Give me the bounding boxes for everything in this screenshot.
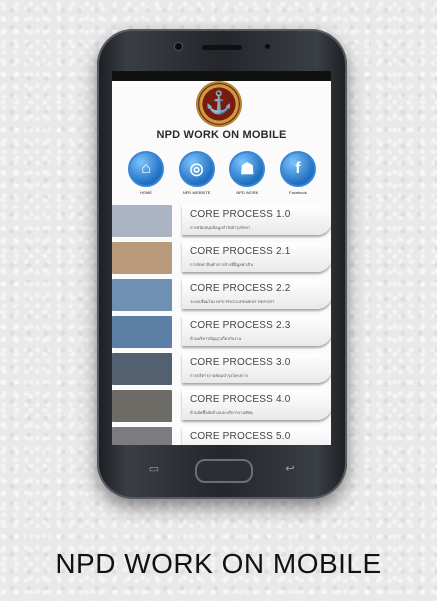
process-card[interactable]: CORE PROCESS 2.2 ระบบเชื่อมโยง NPD PROCU…: [182, 279, 331, 309]
anchor-icon: ⚓: [205, 90, 233, 115]
process-thumbnail: [112, 427, 172, 445]
process-thumbnail: [112, 205, 172, 237]
process-card[interactable]: CORE PROCESS 2.1 การจัดหาสินค้า/การจ้างท…: [182, 242, 331, 272]
process-thumbnail: [112, 390, 172, 422]
process-subtitle: การบริหารงานซ่อมบำรุงโครงการ: [190, 373, 248, 378]
nav-home[interactable]: ⌂ HOME: [124, 151, 168, 195]
phone-screen: ⚓ NPD WORK ON MOBILE ⌂ HOME ◎ NPD WEBSIT…: [112, 71, 331, 445]
process-card[interactable]: CORE PROCESS 3.0 การบริหารงานซ่อมบำรุงโค…: [182, 353, 331, 383]
status-bar: [112, 71, 331, 81]
smartphone-frame: ⚓ NPD WORK ON MOBILE ⌂ HOME ◎ NPD WEBSIT…: [97, 29, 347, 499]
process-title: CORE PROCESS 1.0: [190, 209, 291, 220]
process-title: CORE PROCESS 5.0: [190, 431, 291, 442]
earpiece-speaker: [202, 45, 242, 50]
proximity-sensor: [265, 44, 270, 49]
nav-home-label: HOME: [140, 190, 152, 195]
process-subtitle: ด้านบริหารสัญญาเกี่ยวกับงาน: [190, 336, 242, 341]
nav-npd-work[interactable]: ☗ NPD WORK: [225, 151, 269, 195]
house-icon[interactable]: ⌂: [128, 151, 164, 187]
process-title: CORE PROCESS 2.3: [190, 320, 291, 331]
front-camera: [175, 43, 182, 50]
globe-icon[interactable]: ◎: [178, 151, 215, 187]
process-subtitle: การสนับสนุนข้อมูลกำลังบำรุงรักษา: [190, 225, 251, 230]
process-row-4-0[interactable]: CORE PROCESS 4.0 ด้านจัดซื้อจัดจ้างและบร…: [112, 388, 331, 424]
process-row-2-3[interactable]: CORE PROCESS 2.3 ด้านบริหารสัญญาเกี่ยวกั…: [112, 314, 331, 350]
process-title: CORE PROCESS 2.2: [190, 283, 291, 294]
hardhat-icon[interactable]: ☗: [229, 151, 266, 187]
nav-npd-website[interactable]: ◎ NPD WEBSITE: [175, 151, 219, 195]
caption-title: NPD WORK ON MOBILE: [55, 548, 382, 579]
nav-facebook[interactable]: f Facebook: [276, 151, 320, 195]
process-card[interactable]: CORE PROCESS 2.3 ด้านบริหารสัญญาเกี่ยวกั…: [182, 316, 331, 346]
process-subtitle: การจัดหาสินค้า/การจ้างที่มีมูลค่าเกิน: [190, 262, 254, 267]
process-thumbnail: [112, 242, 172, 274]
app-title: NPD WORK ON MOBILE: [156, 129, 287, 141]
anchor-emblem-icon: ⚓: [198, 83, 240, 125]
quick-nav: ⌂ HOME ◎ NPD WEBSITE ☗ NPD WORK f Facebo…: [124, 151, 320, 195]
process-card[interactable]: CORE PROCESS 1.0 การสนับสนุนข้อมูลกำลังบ…: [182, 205, 331, 235]
process-thumbnail: [112, 279, 172, 311]
process-card[interactable]: CORE PROCESS 5.0: [182, 427, 331, 445]
process-row-2-2[interactable]: CORE PROCESS 2.2 ระบบเชื่อมโยง NPD PROCU…: [112, 277, 331, 313]
process-thumbnail: [112, 353, 172, 385]
process-subtitle: ระบบเชื่อมโยง NPD PROCUREMENT REPORT: [190, 299, 275, 304]
process-row-3-0[interactable]: CORE PROCESS 3.0 การบริหารงานซ่อมบำรุงโค…: [112, 351, 331, 387]
process-row-5-0[interactable]: CORE PROCESS 5.0: [112, 425, 331, 445]
process-title: CORE PROCESS 4.0: [190, 394, 291, 405]
nav-npd-work-label: NPD WORK: [236, 190, 259, 195]
process-list: CORE PROCESS 1.0 การสนับสนุนข้อมูลกำลังบ…: [112, 203, 331, 445]
process-title: CORE PROCESS 2.1: [190, 246, 291, 257]
process-row-2-1[interactable]: CORE PROCESS 2.1 การจัดหาสินค้า/การจ้างท…: [112, 240, 331, 276]
process-subtitle: ด้านจัดซื้อจัดจ้างและบริหารงานพัสดุ: [190, 410, 253, 415]
home-button[interactable]: [195, 459, 253, 483]
process-row-1-0[interactable]: CORE PROCESS 1.0 การสนับสนุนข้อมูลกำลังบ…: [112, 203, 331, 239]
process-title: CORE PROCESS 3.0: [190, 357, 291, 368]
process-thumbnail: [112, 316, 172, 348]
process-card[interactable]: CORE PROCESS 4.0 ด้านจัดซื้อจัดจ้างและบร…: [182, 390, 331, 420]
nav-npd-website-label: NPD WEBSITE: [182, 190, 211, 195]
recent-apps-key[interactable]: ▭: [147, 464, 161, 475]
back-key[interactable]: ↩: [283, 464, 297, 475]
facebook-icon[interactable]: f: [279, 151, 316, 187]
nav-facebook-label: Facebook: [289, 190, 307, 195]
